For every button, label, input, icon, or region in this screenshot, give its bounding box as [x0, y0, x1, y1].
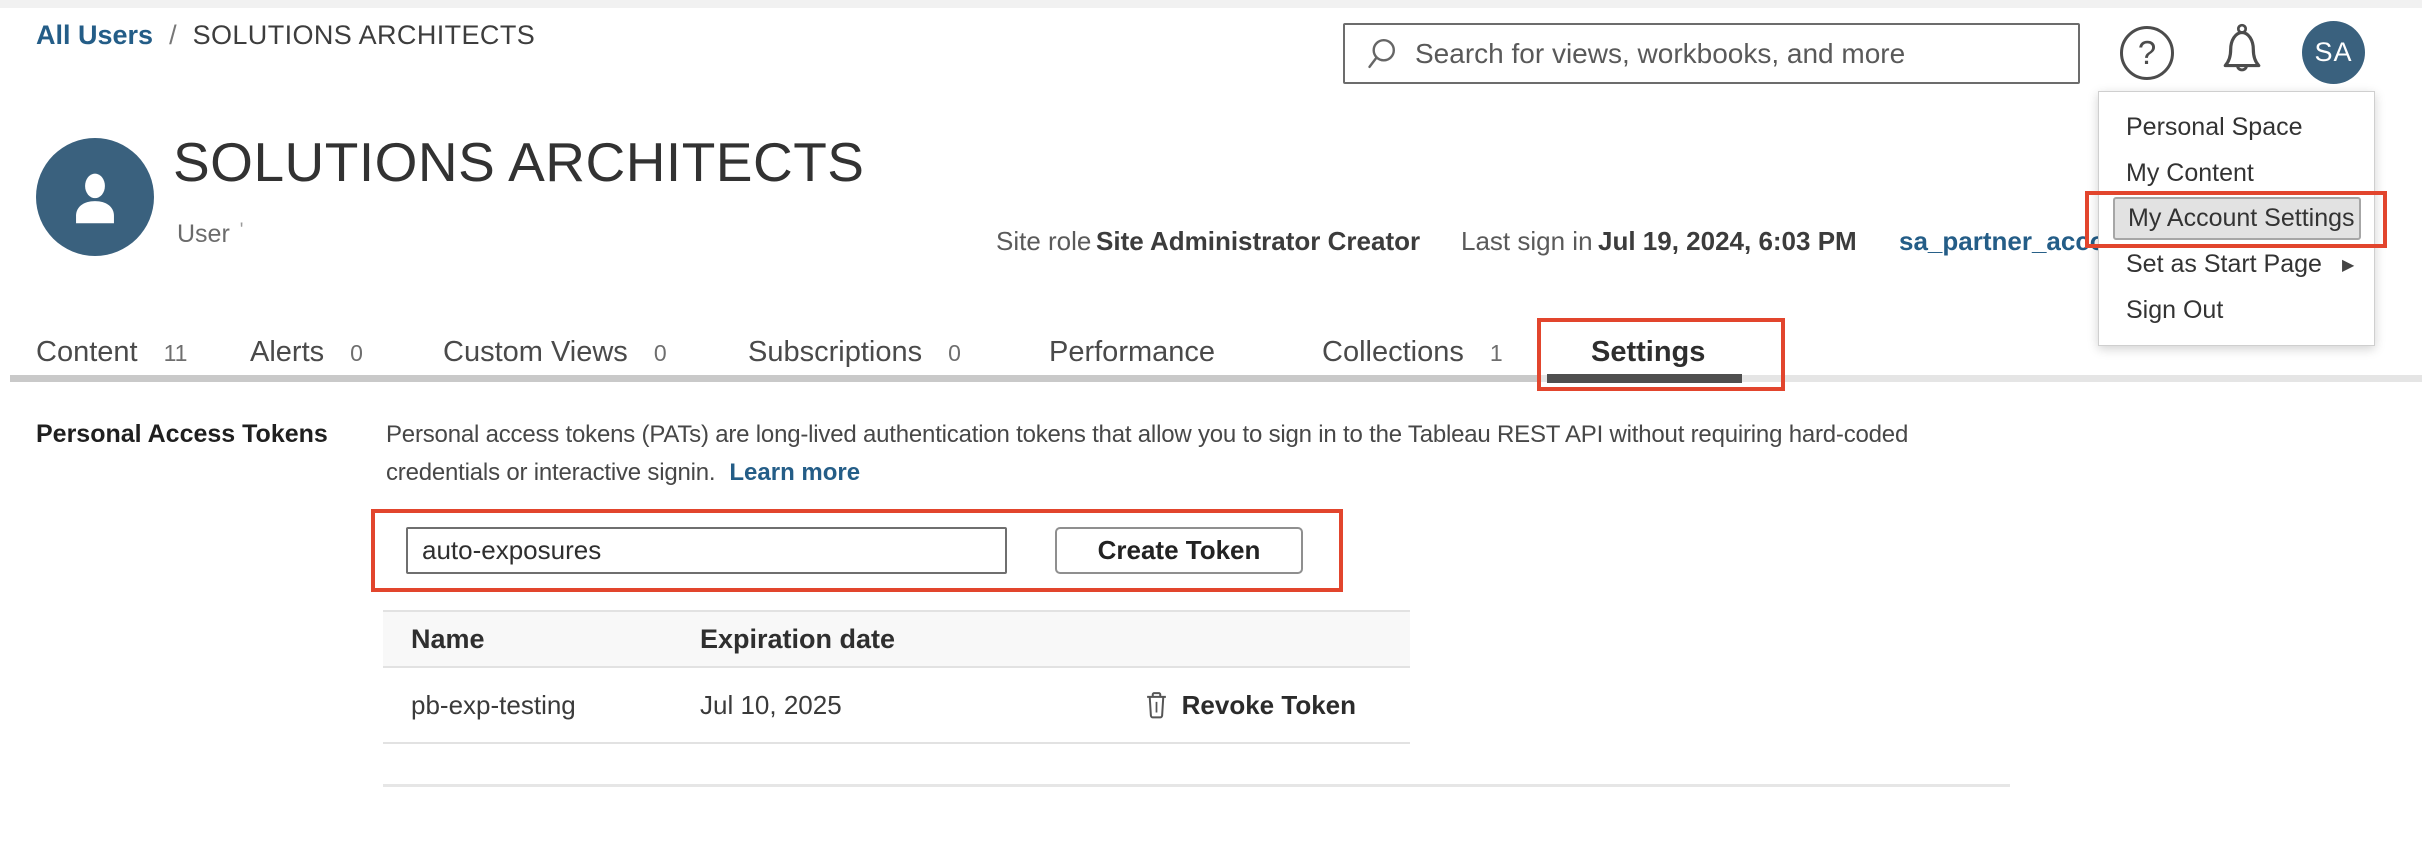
tab-settings[interactable]: Settings — [1591, 336, 1705, 369]
tab-count: 11 — [164, 340, 188, 367]
tab-collections[interactable]: Collections 1 — [1322, 336, 1503, 369]
person-icon — [60, 162, 130, 232]
profile-subtitle: User ' — [177, 220, 243, 249]
bell-icon — [2212, 20, 2272, 84]
column-header-name: Name — [383, 624, 700, 655]
menu-item-personal-space[interactable]: Personal Space — [2099, 104, 2374, 150]
tab-count: 1 — [1490, 340, 1503, 367]
notifications-button[interactable] — [2212, 20, 2272, 84]
menu-item-my-content[interactable]: My Content — [2099, 150, 2374, 196]
top-strip — [0, 0, 2422, 8]
create-token-button[interactable]: Create Token — [1055, 527, 1303, 574]
tableau-user-settings-page: All Users / SOLUTIONS ARCHITECTS ? SA Pe… — [0, 0, 2422, 850]
token-expiration-cell: Jul 10, 2025 — [700, 690, 1120, 721]
profile-subtitle-label: User — [177, 220, 230, 248]
pat-description: Personal access tokens (PATs) are long-l… — [386, 416, 1908, 492]
tab-count: 0 — [654, 340, 667, 367]
tabbar-border-left — [10, 375, 1537, 382]
menu-item-label: My Content — [2126, 159, 2254, 188]
menu-item-label: Set as Start Page — [2126, 250, 2322, 279]
pat-section-label: Personal Access Tokens — [36, 420, 328, 449]
tab-label: Performance — [1049, 336, 1215, 369]
pat-description-line2: credentials or interactive signin. — [386, 459, 715, 486]
tab-subscriptions[interactable]: Subscriptions 0 — [748, 336, 961, 369]
breadcrumb-current: SOLUTIONS ARCHITECTS — [193, 20, 536, 51]
column-header-expiration: Expiration date — [700, 624, 1120, 655]
menu-item-sign-out[interactable]: Sign Out — [2099, 287, 2374, 333]
search-input[interactable] — [1415, 38, 2035, 70]
menu-item-set-as-start-page[interactable]: Set as Start Page ▶ — [2099, 241, 2374, 287]
menu-item-label: My Account Settings — [2128, 204, 2355, 233]
menu-item-label: Sign Out — [2126, 296, 2223, 325]
tab-alerts[interactable]: Alerts 0 — [250, 336, 363, 369]
selected-tab-underline — [1547, 374, 1742, 383]
breadcrumb-all-users-link[interactable]: All Users — [36, 20, 153, 51]
user-avatar[interactable]: SA — [2302, 21, 2365, 84]
site-role-label: Site role — [996, 226, 1091, 257]
tab-label: Content — [36, 336, 138, 369]
token-name-cell: pb-exp-testing — [383, 690, 700, 721]
tab-label: Subscriptions — [748, 336, 922, 369]
tab-label: Alerts — [250, 336, 324, 369]
breadcrumb-separator: / — [169, 20, 177, 51]
last-sign-in-value: Jul 19, 2024, 6:03 PM — [1598, 226, 1857, 257]
profile-avatar — [36, 138, 154, 256]
revoke-token-label: Revoke Token — [1182, 690, 1356, 721]
tab-content[interactable]: Content 11 — [36, 336, 187, 369]
question-mark-icon: ? — [2138, 34, 2156, 72]
tab-count: 0 — [350, 340, 363, 367]
token-name-input[interactable] — [406, 527, 1007, 574]
help-button[interactable]: ? — [2120, 26, 2174, 80]
username-link[interactable]: sa_partner_accou — [1899, 226, 2122, 257]
tab-count: 0 — [948, 340, 961, 367]
breadcrumb: All Users / SOLUTIONS ARCHITECTS — [36, 20, 535, 51]
revoke-token-button[interactable]: Revoke Token — [1144, 690, 1410, 721]
pat-description-line1: Personal access tokens (PATs) are long-l… — [386, 416, 1908, 454]
menu-item-label: Personal Space — [2126, 113, 2303, 142]
profile-subtitle-mark: ' — [240, 220, 244, 241]
tab-label: Settings — [1591, 336, 1705, 369]
search-box[interactable] — [1343, 23, 2080, 84]
token-table: Name Expiration date pb-exp-testing Jul … — [383, 610, 1410, 744]
avatar-initials: SA — [2314, 37, 2352, 68]
learn-more-link[interactable]: Learn more — [729, 459, 860, 486]
last-sign-in-label: Last sign in — [1461, 226, 1593, 257]
page-title: SOLUTIONS ARCHITECTS — [173, 130, 864, 194]
tab-label: Custom Views — [443, 336, 628, 369]
menu-item-my-account-settings[interactable]: My Account Settings — [2113, 197, 2361, 240]
site-role-value: Site Administrator Creator — [1096, 226, 1420, 257]
search-icon — [1365, 36, 1401, 72]
account-menu: Personal Space My Content My Account Set… — [2098, 91, 2375, 346]
trash-icon — [1144, 690, 1169, 720]
token-table-header: Name Expiration date — [383, 610, 1410, 668]
table-row: pb-exp-testing Jul 10, 2025 Revoke Token — [383, 668, 1410, 744]
tab-performance[interactable]: Performance — [1049, 336, 1215, 369]
submenu-arrow-icon: ▶ — [2342, 255, 2354, 275]
tab-custom-views[interactable]: Custom Views 0 — [443, 336, 667, 369]
section-divider — [383, 784, 2010, 787]
tab-label: Collections — [1322, 336, 1464, 369]
